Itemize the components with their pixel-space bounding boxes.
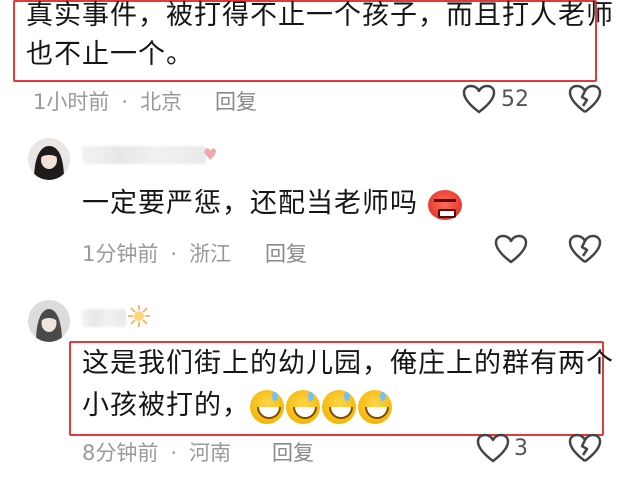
comment-2-text: 一定要严惩，还配当老师吗 bbox=[82, 188, 418, 219]
comment-1-time: 1小时前 bbox=[33, 90, 110, 114]
comment-1-reply-button[interactable]: 回复 bbox=[215, 86, 257, 116]
comment-1-location: 北京 bbox=[140, 90, 183, 114]
separator-dot: · bbox=[121, 90, 129, 114]
sparkle-icon bbox=[128, 305, 150, 327]
user-avatar-image bbox=[28, 300, 70, 342]
comment-2-meta: 1分钟前 · 浙江 bbox=[82, 238, 231, 268]
broken-heart-icon bbox=[568, 84, 602, 113]
comment-3-text-line-2: 小孩被打的， bbox=[82, 390, 250, 421]
comment-2-reply-button[interactable]: 回复 bbox=[265, 238, 307, 268]
comment-2-text-row: 一定要严惩，还配当老师吗 bbox=[82, 182, 462, 226]
username-blurred[interactable] bbox=[82, 309, 126, 327]
heart-icon bbox=[494, 234, 528, 264]
comment-1-like-button[interactable] bbox=[462, 84, 498, 116]
comment-1-like-count: 52 bbox=[501, 87, 529, 112]
comment-1-dislike-button[interactable] bbox=[568, 84, 604, 116]
comment-3-text-line-1: 这是我们街上的幼儿园，俺庄上的群有两个 bbox=[82, 348, 614, 379]
broken-heart-icon bbox=[568, 433, 602, 462]
username-blurred[interactable] bbox=[82, 146, 206, 164]
comment-3-time: 8分钟前 bbox=[82, 441, 159, 465]
comment-2-dislike-button[interactable] bbox=[568, 234, 604, 266]
broken-heart-icon bbox=[568, 234, 602, 263]
user-avatar-image bbox=[28, 138, 70, 180]
comment-2-time: 1分钟前 bbox=[82, 242, 159, 266]
avatar[interactable] bbox=[28, 138, 70, 180]
comment-3-location: 河南 bbox=[189, 441, 232, 465]
separator-dot: · bbox=[170, 441, 178, 465]
comment-3-like-button[interactable] bbox=[476, 433, 512, 465]
heart-icon bbox=[476, 433, 510, 463]
comment-3-text-line-2-row: 小孩被打的， bbox=[82, 384, 394, 428]
grinning-sweat-emoji bbox=[322, 389, 356, 424]
comment-2-location: 浙江 bbox=[189, 242, 232, 266]
separator-dot: · bbox=[170, 242, 178, 266]
comment-1-text-line-2: 也不止一个。 bbox=[26, 39, 194, 70]
comment-1-meta: 1小时前 · 北京 bbox=[33, 86, 182, 116]
username-badge-sparkle-icon bbox=[127, 304, 151, 328]
comment-3-meta: 8分钟前 · 河南 bbox=[82, 437, 231, 467]
grinning-sweat-emoji bbox=[286, 389, 320, 424]
heart-icon bbox=[462, 84, 496, 114]
grinning-sweat-emoji bbox=[250, 389, 284, 424]
comment-3-dislike-button[interactable] bbox=[568, 433, 604, 465]
grinning-sweat-emoji bbox=[358, 389, 392, 424]
comment-2-like-button[interactable] bbox=[494, 234, 530, 266]
angry-face-emoji bbox=[427, 189, 462, 220]
comment-3-like-count: 3 bbox=[514, 436, 528, 461]
comment-3-reply-button[interactable]: 回复 bbox=[272, 437, 314, 467]
username-badge-heart-icon: ♥ bbox=[203, 145, 218, 164]
avatar[interactable] bbox=[28, 300, 70, 342]
